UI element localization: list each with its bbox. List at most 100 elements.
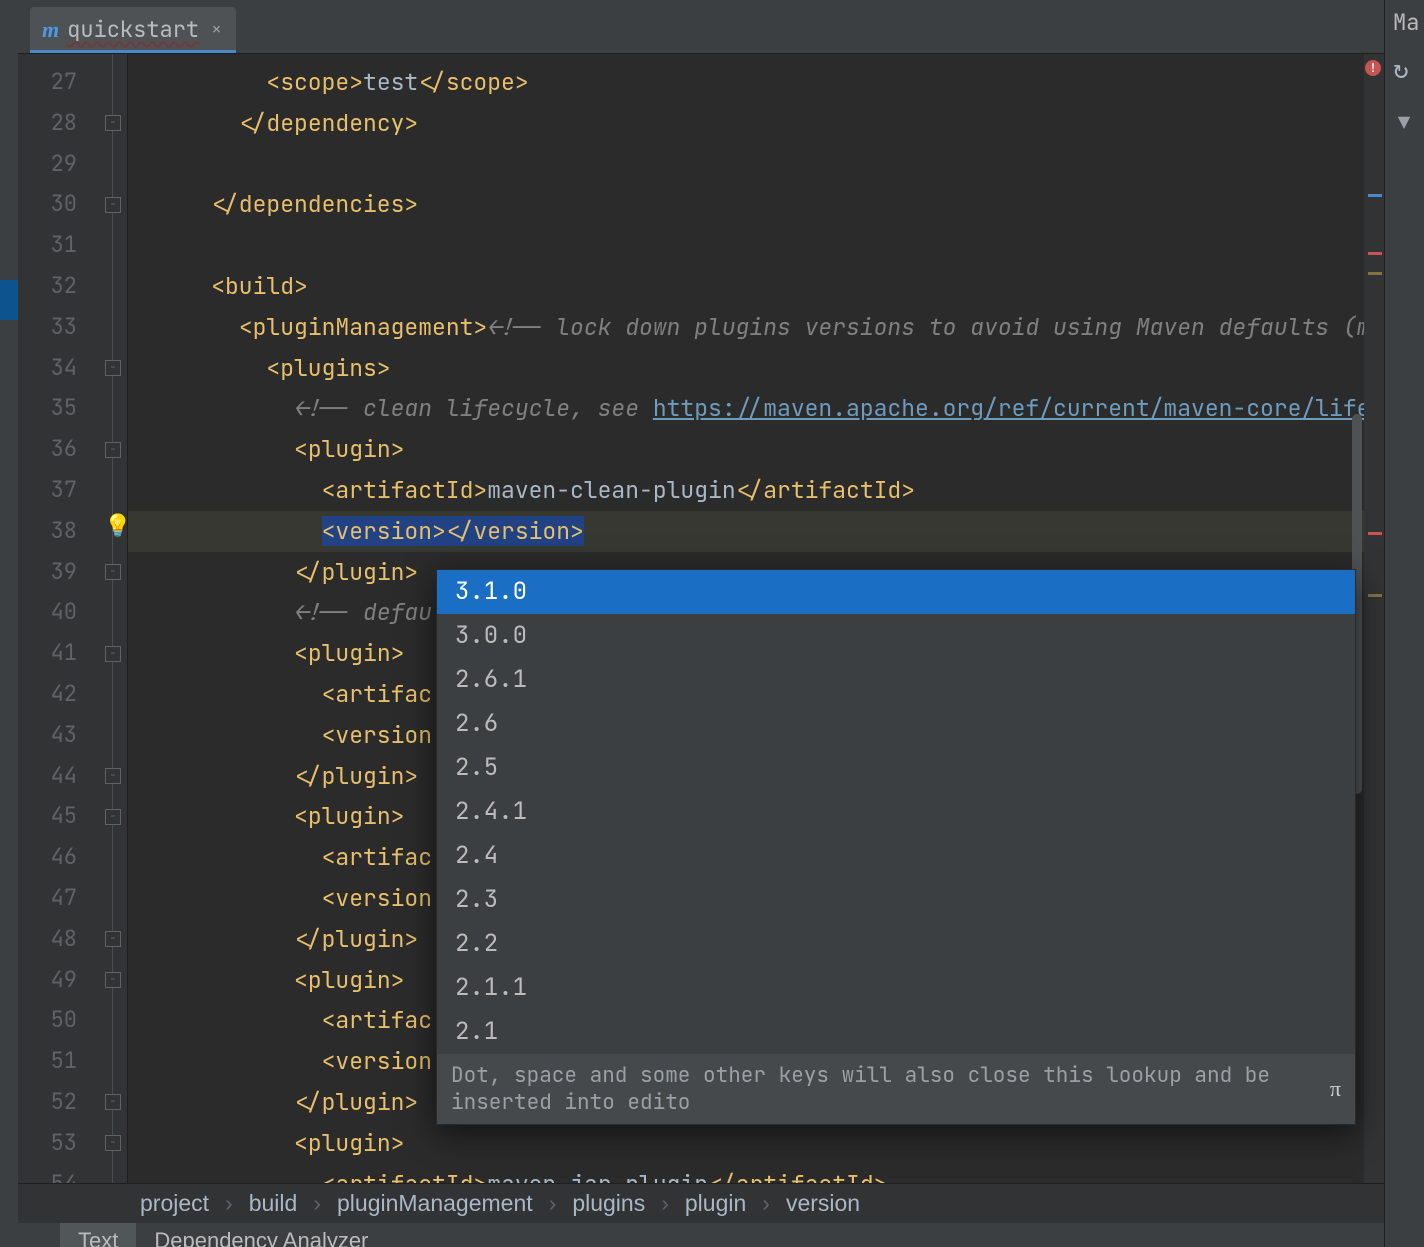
fold-toggle-icon[interactable]: −	[105, 442, 121, 458]
completion-item[interactable]: 2.6	[437, 702, 1355, 746]
error-stripe-mark[interactable]	[1368, 532, 1382, 535]
breadcrumb-separator: ›	[661, 1190, 669, 1217]
code-line[interactable]: <!-- clean lifecycle, see https://maven.…	[128, 388, 1384, 429]
fold-toggle-icon[interactable]: −	[105, 646, 121, 662]
line-number: 31	[18, 225, 127, 266]
completion-item[interactable]: 2.2	[437, 922, 1355, 966]
error-stripe[interactable]: !	[1364, 54, 1384, 1183]
line-number: 40	[18, 592, 127, 633]
breadcrumb-item[interactable]: version	[786, 1190, 860, 1217]
completion-item[interactable]: 2.3	[437, 878, 1355, 922]
code-line[interactable]: <version></version>	[128, 511, 1384, 552]
completion-item[interactable]: 2.4	[437, 834, 1355, 878]
completion-item[interactable]: 2.6.1	[437, 658, 1355, 702]
editor-bottom-tab[interactable]: Dependency Analyzer	[136, 1223, 386, 1247]
error-stripe-mark[interactable]	[1368, 252, 1382, 255]
refresh-icon[interactable]: ↻	[1393, 51, 1409, 86]
line-number: 32	[18, 266, 127, 307]
code-line[interactable]: <scope>test</scope>	[128, 62, 1384, 103]
completion-hint: Dot, space and some other keys will also…	[437, 1054, 1355, 1124]
left-strip-highlight	[0, 280, 18, 320]
line-number: 27	[18, 62, 127, 103]
breadcrumb-item[interactable]: project	[140, 1190, 209, 1217]
error-stripe-mark[interactable]	[1368, 194, 1382, 197]
line-number: 33	[18, 307, 127, 348]
left-tool-strip	[0, 0, 18, 1247]
fold-toggle-icon[interactable]: −	[105, 115, 121, 131]
completion-item[interactable]: 2.5	[437, 746, 1355, 790]
completion-hint-text: Dot, space and some other keys will also…	[451, 1062, 1330, 1116]
line-number: 36−	[18, 429, 127, 470]
maven-panel-title: Ma	[1393, 8, 1424, 37]
completion-item[interactable]: 3.1.0	[437, 570, 1355, 614]
line-number: 28−	[18, 103, 127, 144]
line-number: 35	[18, 388, 127, 429]
breadcrumb-item[interactable]: plugins	[572, 1190, 645, 1217]
line-number: 49−	[18, 960, 127, 1001]
maven-icon: m	[42, 17, 59, 43]
fold-toggle-icon[interactable]: −	[105, 197, 121, 213]
completion-item[interactable]: 2.1.1	[437, 966, 1355, 1010]
line-number: 52−	[18, 1082, 127, 1123]
editor-tab-bar: m quickstart ×	[0, 0, 1424, 54]
line-number: 42	[18, 674, 127, 715]
maven-tool-panel[interactable]: Ma ↻ ▼	[1384, 0, 1424, 1247]
line-number: 53−	[18, 1123, 127, 1164]
code-line[interactable]: </dependency>	[128, 103, 1384, 144]
fold-toggle-icon[interactable]: −	[105, 809, 121, 825]
breadcrumb-separator: ›	[225, 1190, 233, 1217]
line-number: 51	[18, 1041, 127, 1082]
breadcrumb-separator: ›	[313, 1190, 321, 1217]
chevron-down-icon[interactable]: ▼	[1398, 110, 1410, 136]
line-number: 41−	[18, 633, 127, 674]
code-line[interactable]: <plugins>	[128, 348, 1384, 389]
pi-icon: π	[1330, 1076, 1341, 1102]
line-number: 54	[18, 1164, 127, 1183]
completion-item[interactable]: 2.1	[437, 1010, 1355, 1054]
line-number: 47	[18, 878, 127, 919]
code-line[interactable]	[128, 225, 1384, 266]
error-badge-icon[interactable]: !	[1365, 60, 1381, 76]
code-editor[interactable]: 2728−2930−31323334−3536−373839−4041−4243…	[18, 54, 1384, 1183]
close-icon[interactable]: ×	[211, 18, 222, 41]
breadcrumb: project › build › pluginManagement › plu…	[18, 1183, 1384, 1223]
completion-item[interactable]: 2.4.1	[437, 790, 1355, 834]
code-line[interactable]: <artifactId>maven-jar-plugin</artifactId…	[128, 1164, 1384, 1183]
fold-toggle-icon[interactable]: −	[105, 768, 121, 784]
line-number: 48−	[18, 919, 127, 960]
code-line[interactable]: <build>	[128, 266, 1384, 307]
fold-toggle-icon[interactable]: −	[105, 1094, 121, 1110]
line-number: 50	[18, 1000, 127, 1041]
code-line[interactable]	[128, 144, 1384, 185]
completion-popup[interactable]: 3.1.03.0.02.6.12.62.52.4.12.42.32.22.1.1…	[436, 569, 1356, 1125]
code-line[interactable]: </dependencies>	[128, 184, 1384, 225]
line-number: 29	[18, 144, 127, 185]
code-line[interactable]: <artifactId>maven-clean-plugin</artifact…	[128, 470, 1384, 511]
code-line[interactable]: <pluginManagement><!-- lock down plugins…	[128, 307, 1384, 348]
editor-tab-quickstart[interactable]: m quickstart ×	[30, 7, 236, 53]
completion-item[interactable]: 3.0.0	[437, 614, 1355, 658]
line-number: 30−	[18, 184, 127, 225]
code-line[interactable]: <plugin>	[128, 429, 1384, 470]
intention-bulb-icon[interactable]: 💡	[104, 511, 131, 540]
line-number: 45−	[18, 796, 127, 837]
error-stripe-mark[interactable]	[1368, 272, 1382, 275]
breadcrumb-item[interactable]: build	[249, 1190, 298, 1217]
fold-toggle-icon[interactable]: −	[105, 360, 121, 376]
editor-bottom-tab[interactable]: Text	[60, 1223, 136, 1247]
breadcrumb-separator: ›	[549, 1190, 557, 1217]
fold-toggle-icon[interactable]: −	[105, 1135, 121, 1151]
breadcrumb-item[interactable]: pluginManagement	[337, 1190, 533, 1217]
fold-toggle-icon[interactable]: −	[105, 564, 121, 580]
editor-bottom-tabs: TextDependency Analyzer	[18, 1223, 1384, 1247]
breadcrumb-item[interactable]: plugin	[685, 1190, 746, 1217]
error-stripe-mark[interactable]	[1368, 594, 1382, 597]
fold-toggle-icon[interactable]: −	[105, 931, 121, 947]
line-number: 39−	[18, 552, 127, 593]
line-number: 34−	[18, 348, 127, 389]
fold-toggle-icon[interactable]: −	[105, 972, 121, 988]
editor-gutter: 2728−2930−31323334−3536−373839−4041−4243…	[18, 54, 128, 1183]
breadcrumb-separator: ›	[762, 1190, 770, 1217]
code-line[interactable]: <plugin>	[128, 1123, 1384, 1164]
line-number: 37	[18, 470, 127, 511]
